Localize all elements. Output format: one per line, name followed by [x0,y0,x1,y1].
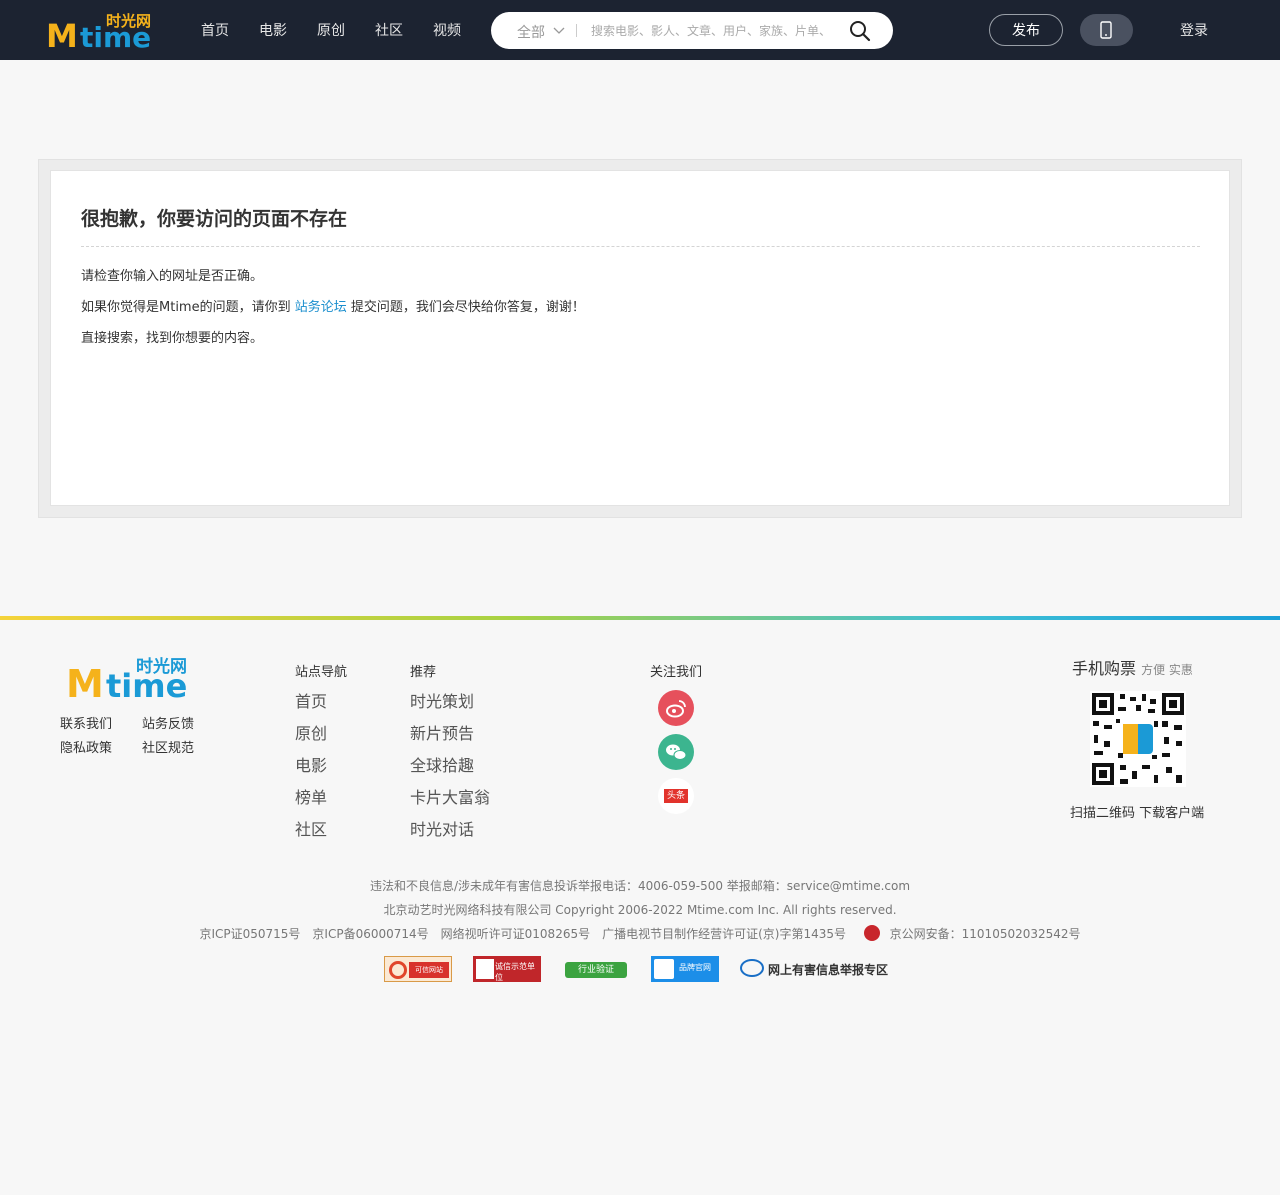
footer-mtime-logo[interactable]: 时光网 M time [66,655,196,699]
error-line-2: 如果你觉得是Mtime的问题，请你到 站务论坛 提交问题，我们会尽快给你答复，谢… [81,296,585,315]
error-panel: 很抱歉，你要访问的页面不存在 请检查你输入的网址是否正确。 如果你觉得是Mtim… [50,170,1230,506]
search-category[interactable]: 全部 [517,22,545,42]
trusted-site-badge[interactable]: 可信网站 [384,956,452,982]
trusted-site-label: 可信网站 [409,962,449,978]
svg-text:time: time [106,667,187,699]
search-divider [576,24,577,37]
site-nav-heading: 站点导航 [295,665,348,680]
harmful-info-report-badge[interactable]: 网上有害信息举报专区 [740,956,890,982]
badge-ring-icon [389,961,407,979]
qr-caption: 扫描二维码 下载客户端 [1070,806,1205,821]
error-line-2-suffix: 提交问题，我们会尽快给你答复，谢谢！ [350,300,585,315]
svg-text:time: time [80,21,151,49]
footer-feedback-link[interactable]: 站务反馈 [142,713,194,732]
police-emblem-icon [863,925,880,941]
report-globe-icon [740,959,764,977]
follow-us-heading: 关注我们 [650,665,703,680]
error-panel-outer: 很抱歉，你要访问的页面不存在 请检查你输入的网址是否正确。 如果你觉得是Mtim… [38,159,1242,518]
industry-verify-badge[interactable]: 行业验证 [565,956,627,982]
publish-button[interactable]: 发布 [989,14,1063,46]
brand-site-badge[interactable]: 品牌官网 [651,956,719,982]
nav-community[interactable]: 社区 [375,20,403,40]
rec-item-planning[interactable]: 时光策划 [410,688,474,712]
wechat-icon[interactable] [658,734,694,770]
icp-licenses: 京ICP证050715号 京ICP备06000714号 网络视听许可证01082… [199,927,846,941]
mobile-ticket-sub: 方便 实惠 [1141,663,1193,677]
license-info: 京ICP证050715号 京ICP备06000714号 网络视听许可证01082… [0,925,1280,942]
footer-nav-original[interactable]: 原创 [295,720,327,744]
industry-verify-label: 行业验证 [565,962,627,978]
nav-home[interactable]: 首页 [201,20,229,40]
main-nav: 首页 电影 原创 社区 视频 [201,0,491,60]
footer-privacy-link[interactable]: 隐私政策 [60,737,112,756]
top-header: 时光网 M time 首页 电影 原创 社区 视频 全部 发布 登录 [0,0,1280,60]
integrity-badge-icon [476,959,494,979]
footer-nav-community[interactable]: 社区 [295,816,327,840]
footer-gradient-bar [0,616,1280,620]
rec-item-trailers[interactable]: 新片预告 [410,720,474,744]
integrity-badge-label: 诚信示范单位 [495,962,535,982]
svg-text:M: M [66,662,104,699]
mobile-ticket-main: 手机购票 [1072,659,1137,678]
wechat-glyph [666,744,687,760]
search-icon[interactable] [849,20,871,42]
error-line-3: 直接搜索，找到你想要的内容。 [81,331,264,346]
harmful-info-report-label: 网上有害信息举报专区 [768,963,889,977]
mtime-logo[interactable]: 时光网 M time [46,11,158,49]
integrity-badge[interactable]: 诚信示范单位 [473,956,541,982]
login-link[interactable]: 登录 [1180,20,1208,40]
recommend-heading: 推荐 [410,665,437,680]
qr-code-icon [1090,691,1186,787]
error-line-1: 请检查你输入的网址是否正确。 [81,269,264,284]
error-title: 很抱歉，你要访问的页面不存在 [81,208,348,230]
rec-item-dialogue[interactable]: 时光对话 [410,816,474,840]
forum-link[interactable]: 站务论坛 [295,300,347,315]
drop-icon [654,959,674,979]
search-bar: 全部 [491,12,893,49]
weibo-glyph [666,700,686,718]
weibo-icon[interactable] [658,690,694,726]
footer-nav-movies[interactable]: 电影 [295,752,327,776]
footer-nav-charts[interactable]: 榜单 [295,784,327,808]
rec-item-card-game[interactable]: 卡片大富翁 [410,784,490,808]
chevron-down-icon[interactable] [553,24,565,36]
copyright-info: 北京动艺时光网络科技有限公司 Copyright 2006-2022 Mtime… [383,903,897,917]
footer-contact-link[interactable]: 联系我们 [60,713,112,732]
rec-item-global-fun[interactable]: 全球拾趣 [410,752,474,776]
search-input[interactable] [591,20,831,41]
error-line-2-prefix: 如果你觉得是Mtime的问题，请你到 [81,300,291,315]
toutiao-icon[interactable]: 头条 [658,778,694,814]
nav-original[interactable]: 原创 [317,20,345,40]
mobile-ticket-title: 手机购票 方便 实惠 [1072,655,1193,679]
footer-nav-home[interactable]: 首页 [295,688,327,712]
dashed-divider [81,246,1200,247]
brand-site-label: 品牌官网 [679,963,711,972]
report-info: 违法和不良信息/涉未成年有害信息投诉举报电话：4006-059-500 举报邮箱… [369,879,911,893]
svg-text:M: M [46,17,78,49]
toutiao-label: 头条 [664,789,688,803]
footer-community-rules-link[interactable]: 社区规范 [142,737,194,756]
mobile-app-button[interactable] [1080,14,1133,46]
police-record[interactable]: 京公网安备：11010502032542号 [890,927,1081,941]
nav-movies[interactable]: 电影 [259,20,287,40]
phone-icon [1100,21,1112,39]
nav-video[interactable]: 视频 [433,20,461,40]
